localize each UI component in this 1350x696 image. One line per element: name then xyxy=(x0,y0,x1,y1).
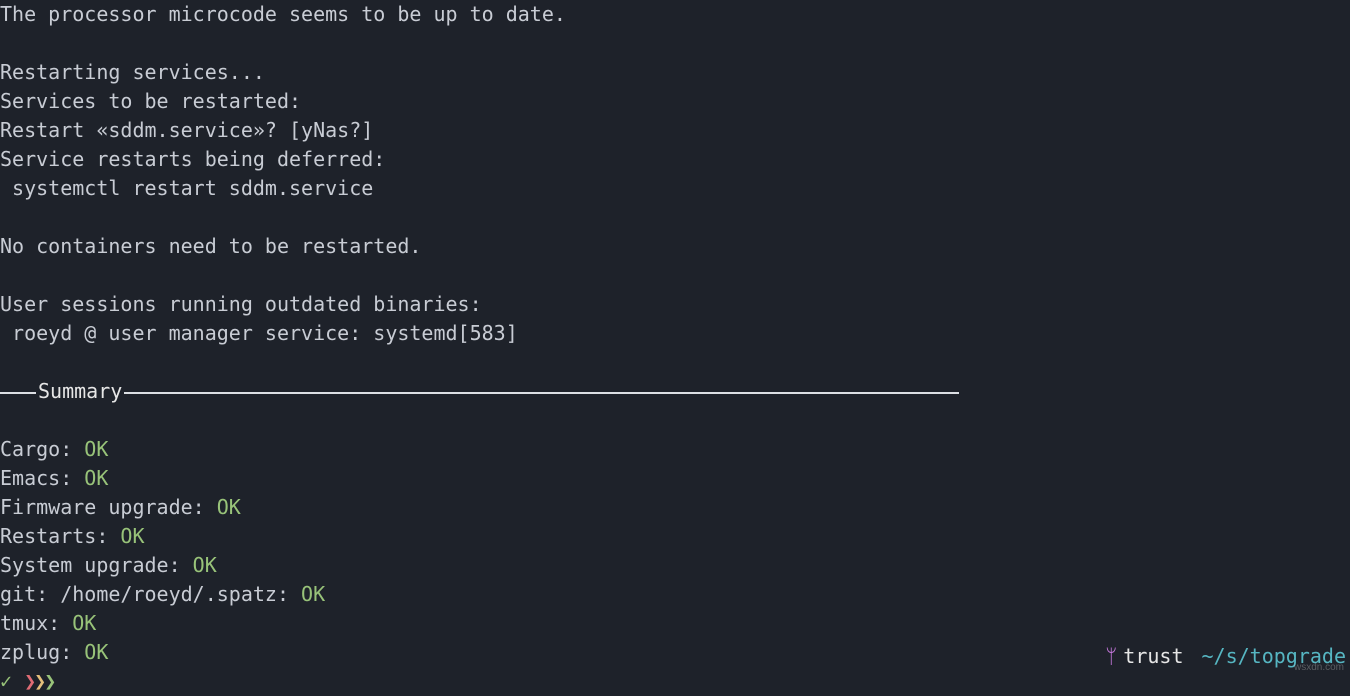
summary-label: Restarts: xyxy=(0,524,120,548)
summary-label: Emacs: xyxy=(0,466,84,490)
output-line: No containers need to be restarted. xyxy=(0,234,421,258)
terminal-output[interactable]: The processor microcode seems to be up t… xyxy=(0,0,1350,696)
summary-row: git: /home/roeyd/.spatz: OK xyxy=(0,582,325,606)
output-line: The processor microcode seems to be up t… xyxy=(0,2,566,26)
summary-status: OK xyxy=(120,524,144,548)
summary-label: Firmware upgrade: xyxy=(0,495,217,519)
output-line: Restarting services... xyxy=(0,60,265,84)
summary-row: Cargo: OK xyxy=(0,437,108,461)
section-header-summary: Summary xyxy=(0,377,1350,406)
summary-status: OK xyxy=(84,640,108,664)
summary-row: Restarts: OK xyxy=(0,524,145,548)
prompt-chevron-icon: ❯❯❯ xyxy=(24,669,54,693)
summary-row: System upgrade: OK xyxy=(0,553,217,577)
output-line: roeyd @ user manager service: systemd[58… xyxy=(0,321,518,345)
branch-name: trust xyxy=(1123,644,1183,668)
summary-status: OK xyxy=(72,611,96,635)
branch-icon: ᛘ xyxy=(1105,644,1117,668)
summary-label: tmux: xyxy=(0,611,72,635)
summary-status: OK xyxy=(84,466,108,490)
output-line: Services to be restarted: xyxy=(0,89,301,113)
summary-label: System upgrade: xyxy=(0,553,193,577)
summary-status: OK xyxy=(217,495,241,519)
output-line: User sessions running outdated binaries: xyxy=(0,292,482,316)
output-line: Service restarts being deferred: xyxy=(0,147,385,171)
summary-status: OK xyxy=(84,437,108,461)
summary-row: Firmware upgrade: OK xyxy=(0,495,241,519)
summary-row: zplug: OK xyxy=(0,640,108,664)
summary-status: OK xyxy=(193,553,217,577)
output-line: systemctl restart sddm.service xyxy=(0,176,373,200)
summary-row: tmux: OK xyxy=(0,611,96,635)
watermark: wsxdn.com xyxy=(1294,663,1344,673)
summary-title: Summary xyxy=(38,377,122,406)
summary-label: Cargo: xyxy=(0,437,84,461)
prompt-check-icon: ✓ xyxy=(0,669,24,693)
summary-label: zplug: xyxy=(0,640,84,664)
output-line: Restart «sddm.service»? [yNas?] xyxy=(0,118,373,142)
summary-row: Emacs: OK xyxy=(0,466,108,490)
summary-label: git: /home/roeyd/.spatz: xyxy=(0,582,301,606)
shell-prompt[interactable]: ✓ ❯❯❯ xyxy=(0,669,54,693)
git-branch: ᛘtrust xyxy=(1105,642,1183,671)
summary-status: OK xyxy=(301,582,325,606)
